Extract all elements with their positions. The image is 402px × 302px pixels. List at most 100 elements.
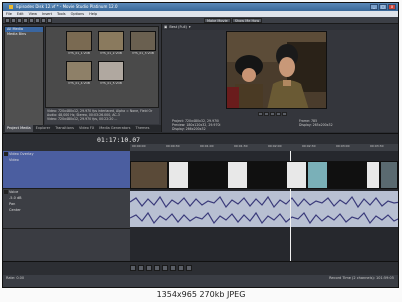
redo-icon[interactable] [47, 17, 52, 23]
timeline-transport [130, 265, 192, 271]
timecode-display: 01:17:10.07 [97, 136, 141, 144]
video-track-sub: Video [9, 158, 19, 162]
record-icon[interactable] [130, 265, 136, 271]
paste-icon[interactable] [35, 17, 40, 23]
save-icon[interactable] [17, 17, 22, 23]
make-movie-button[interactable]: Make Movie [204, 17, 231, 23]
rewind-icon[interactable] [258, 112, 263, 116]
audio-waveform-left [130, 195, 398, 209]
media-clip[interactable]: VTS_01_3.VOB [130, 31, 156, 58]
audio-track-header[interactable]: Voice -5.0 dB Pan Center [3, 189, 130, 229]
track-number [4, 190, 8, 194]
video-event[interactable] [366, 161, 380, 189]
project-media-panel: All Media Media Bins VTS_01_1.VOB VTS_01_… [3, 24, 161, 132]
audio-waveform-right [130, 211, 398, 225]
video-event[interactable] [189, 161, 227, 189]
loop-icon[interactable] [138, 265, 144, 271]
video-event[interactable] [168, 161, 189, 189]
stop-icon[interactable] [276, 112, 281, 116]
chevron-down-icon[interactable]: ▾ [189, 25, 191, 29]
property-line: Video: 720x480x12, 29.970 fps, 00:22:20 … [47, 117, 118, 121]
clip-label: VTS_01_2.VOB [100, 51, 122, 55]
pause-icon[interactable] [162, 265, 168, 271]
show-me-how-button[interactable]: Show Me How [231, 17, 263, 23]
tab-video-fx[interactable]: Video FX [77, 125, 96, 132]
ruler-tick-label: 00:00:00 [132, 144, 146, 148]
clip-label: VTS_01_3.VOB [132, 51, 154, 55]
frame-info: Frame: 785 Display: 265x200x32 [299, 119, 333, 127]
media-clip[interactable]: VTS_01_1.VOB [66, 31, 92, 58]
fast-forward-icon[interactable] [282, 112, 287, 116]
play-icon[interactable] [264, 112, 269, 116]
clip-thumbnail [98, 31, 124, 51]
play-icon[interactable] [154, 265, 160, 271]
window-title: Episodes Disk 12.vf * - Movie Studio Pla… [16, 4, 118, 9]
video-event[interactable] [130, 161, 168, 189]
status-bar: Rate: 0.00 Record Time (2 channels): 101… [3, 275, 398, 287]
ruler-tick-label: 00:00:30 [166, 144, 180, 148]
record-time-display: Record Time (2 channels): 101:59:05 [329, 276, 394, 280]
preview-video-frame [226, 31, 327, 109]
timeline-tracks [130, 151, 398, 261]
image-caption: 1354x965 270kb JPEG [156, 290, 246, 299]
track-number [4, 152, 8, 156]
media-tree: All Media Media Bins [4, 26, 44, 126]
left-tabs: Project Media Explorer Transitions Video… [3, 125, 161, 132]
preview-settings-icon[interactable]: ▣ [164, 25, 167, 29]
title-bar: Episodes Disk 12.vf * - Movie Studio Pla… [3, 3, 398, 11]
media-properties: Video: 720x480x12, 29.970 fps interlaced… [45, 108, 159, 124]
undo-icon[interactable] [41, 17, 46, 23]
video-event[interactable] [227, 161, 248, 189]
stop-icon[interactable] [170, 265, 176, 271]
app-icon [9, 5, 13, 9]
clip-thumbnail [98, 61, 124, 81]
tab-media-generators[interactable]: Media Generators [97, 125, 132, 132]
audio-pan-value[interactable]: Center [9, 207, 130, 213]
preview-info: Project: 720x480x32, 29.970i Preview: 18… [164, 119, 398, 131]
tree-item-media-bins[interactable]: Media Bins [5, 32, 43, 37]
copy-icon[interactable] [29, 17, 34, 23]
video-event[interactable] [286, 161, 307, 189]
maximize-button[interactable]: □ [379, 4, 387, 10]
minimize-button[interactable]: _ [370, 4, 378, 10]
preview-quality[interactable]: Best (Full) [169, 25, 187, 29]
screenshot-frame: Episodes Disk 12.vf * - Movie Studio Pla… [0, 0, 402, 302]
media-clip[interactable]: VTS_01_5.VOB [98, 61, 124, 88]
clip-label: VTS_01_4.VOB [68, 81, 90, 85]
window-controls: _ □ x [370, 4, 396, 10]
application-window: Episodes Disk 12.vf * - Movie Studio Pla… [2, 2, 399, 288]
video-track-header[interactable]: Video Overlay Video [3, 151, 130, 189]
pause-icon[interactable] [270, 112, 275, 116]
main-toolbar: Make Movie Show Me How [3, 17, 398, 24]
go-to-start-icon[interactable] [178, 265, 184, 271]
play-from-start-icon[interactable] [146, 265, 152, 271]
media-clip[interactable]: VTS_01_4.VOB [66, 61, 92, 88]
video-event[interactable] [248, 161, 286, 189]
timeline-header: 01:17:10.07 00:00:00 00:00:30 00:01:00 00:0… [3, 133, 398, 152]
video-frame-image [227, 32, 326, 108]
video-preview-panel: ▣ Best (Full) ▾ Project: 720x480x32, 29.… [161, 24, 398, 132]
track-headers: Video Overlay Video Voice -5.0 dB Pan Ce… [3, 151, 130, 261]
video-event[interactable] [307, 161, 328, 189]
new-project-icon[interactable] [5, 17, 10, 23]
clip-label: VTS_01_5.VOB [100, 81, 122, 85]
tab-transitions[interactable]: Transitions [53, 125, 76, 132]
tab-themes[interactable]: Themes [134, 125, 152, 132]
open-icon[interactable] [11, 17, 16, 23]
tab-project-media[interactable]: Project Media [5, 125, 33, 132]
ruler-tick-label: 00:02:30 [302, 144, 316, 148]
video-event[interactable] [328, 161, 366, 189]
rate-display: Rate: 0.00 [6, 276, 25, 280]
project-info: Project: 720x480x32, 29.970i Preview: 18… [172, 119, 221, 131]
media-clip[interactable]: VTS_01_2.VOB [98, 31, 124, 58]
close-button[interactable]: x [388, 4, 396, 10]
clip-label: VTS_01_1.VOB [68, 51, 90, 55]
go-to-end-icon[interactable] [186, 265, 192, 271]
video-event[interactable] [380, 161, 398, 189]
media-bin: VTS_01_1.VOB VTS_01_2.VOB VTS_01_3.VOB VTS_… [45, 26, 159, 108]
ruler-tick-label: 00:03:00 [336, 144, 350, 148]
preview-transport [258, 112, 287, 116]
tab-explorer[interactable]: Explorer [34, 125, 53, 132]
audio-event[interactable] [130, 191, 398, 227]
cut-icon[interactable] [23, 17, 28, 23]
